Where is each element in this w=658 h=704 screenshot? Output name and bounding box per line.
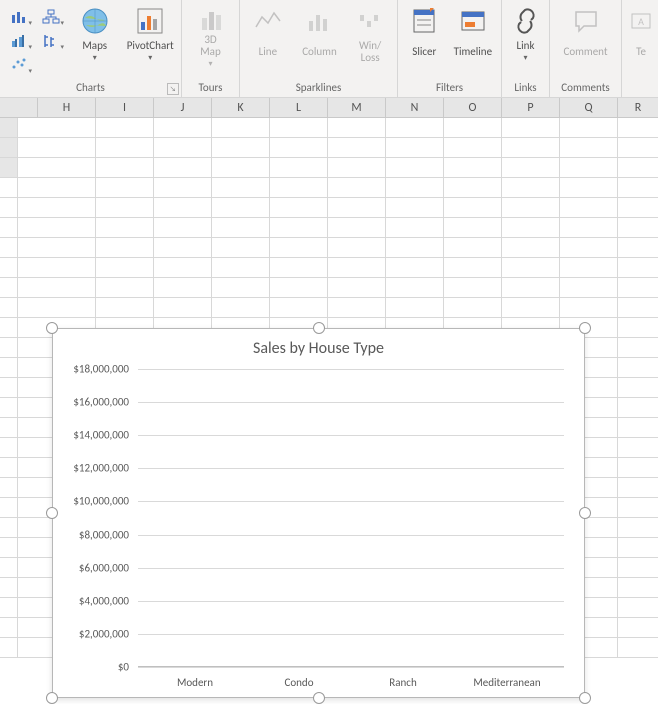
col-header[interactable]: L: [270, 98, 328, 118]
resize-handle[interactable]: [579, 692, 591, 704]
resize-handle[interactable]: [46, 322, 58, 334]
y-tick-label: $10,000,000: [73, 495, 129, 508]
col-header[interactable]: N: [386, 98, 444, 118]
ribbon-group-sparklines: Line Column Win/ Loss Sparklines: [240, 0, 398, 97]
group-label-filters: Filters: [436, 81, 463, 94]
pivotchart-icon: [135, 6, 165, 39]
column-headers: H I J K L M N O P Q R: [0, 98, 658, 118]
svg-text:A: A: [638, 15, 644, 28]
ribbon-group-tours: 3D Map▾ Tours: [182, 0, 240, 97]
sparkline-line-button[interactable]: Line: [244, 4, 292, 66]
y-tick-label: $18,000,000: [73, 363, 129, 376]
y-tick-label: $8,000,000: [79, 528, 129, 541]
bars-container: [138, 369, 564, 667]
y-tick-label: $6,000,000: [79, 561, 129, 574]
timeline-button[interactable]: Timeline: [449, 4, 497, 66]
col-header[interactable]: I: [96, 98, 154, 118]
text-button[interactable]: A Te: [626, 4, 656, 66]
ribbon: ▾ ▾ ▾: [0, 0, 658, 98]
chart-object[interactable]: Sales by House Type $0 $2,000,000 $4,000,0…: [52, 328, 585, 698]
link-button[interactable]: Link▾: [506, 4, 545, 66]
ribbon-group-charts: ▾ ▾ ▾: [0, 0, 182, 97]
y-axis[interactable]: $0$2,000,000$4,000,000$6,000,000$8,000,0…: [53, 369, 135, 667]
x-tick-label: Modern: [143, 676, 247, 689]
ribbon-group-text: A Te: [622, 0, 658, 97]
chart-title[interactable]: Sales by House Type: [53, 329, 584, 364]
col-header[interactable]: P: [502, 98, 560, 118]
x-tick-label: Mediterranean: [455, 676, 559, 689]
comment-button[interactable]: Comment: [554, 4, 617, 66]
col-header[interactable]: H: [38, 98, 96, 118]
y-tick-label: $4,000,000: [79, 594, 129, 607]
resize-handle[interactable]: [46, 692, 58, 704]
plot-area[interactable]: [138, 369, 564, 667]
col-header[interactable]: J: [154, 98, 212, 118]
x-tick-label: Condo: [247, 676, 351, 689]
col-header-blank[interactable]: [0, 98, 38, 118]
col-header[interactable]: O: [444, 98, 502, 118]
sparkline-column-icon: [305, 7, 333, 38]
y-tick-label: $2,000,000: [79, 627, 129, 640]
group-label-tours: Tours: [199, 81, 223, 94]
y-tick-label: $14,000,000: [73, 429, 129, 442]
group-label-comments: Comments: [561, 81, 609, 94]
resize-handle[interactable]: [579, 322, 591, 334]
worksheet[interactable]: H I J K L M N O P Q R Sales by House Typ…: [0, 98, 658, 658]
col-header[interactable]: K: [212, 98, 270, 118]
group-label-charts: Charts: [76, 81, 105, 94]
resize-handle[interactable]: [579, 507, 591, 519]
3dmap-button[interactable]: 3D Map▾: [186, 4, 235, 66]
gridline: [138, 667, 564, 668]
slicer-button[interactable]: Slicer: [402, 4, 447, 66]
y-tick-label: $16,000,000: [73, 396, 129, 409]
chart-gallery-stack: ▾ ▾ ▾: [4, 4, 34, 76]
y-tick-label: $0: [118, 661, 129, 674]
bar2d-icon[interactable]: ▾: [4, 6, 34, 28]
stock-icon[interactable]: ▾: [36, 30, 66, 52]
sparkline-winloss-button[interactable]: Win/ Loss: [347, 4, 393, 66]
sparkline-line-icon: [254, 7, 282, 38]
y-tick-label: $12,000,000: [73, 462, 129, 475]
group-label-links: Links: [514, 81, 536, 94]
slicer-icon: [410, 6, 438, 39]
ribbon-group-links: Link▾ Links: [502, 0, 550, 97]
ribbon-group-filters: Slicer Timeline Filters: [398, 0, 502, 97]
sparkline-column-button[interactable]: Column: [294, 4, 346, 66]
timeline-icon: [459, 6, 487, 39]
group-label-sparklines: Sparklines: [296, 81, 342, 94]
col-header[interactable]: Q: [560, 98, 618, 118]
resize-handle[interactable]: [313, 322, 325, 334]
x-axis-labels[interactable]: ModernCondoRanchMediterranean: [138, 676, 564, 689]
col-header[interactable]: R: [618, 98, 658, 118]
link-icon: [512, 7, 540, 38]
maps-button[interactable]: Maps▾: [68, 4, 122, 66]
scatter-icon[interactable]: ▾: [4, 54, 34, 76]
ribbon-group-comments: Comment Comments: [550, 0, 622, 97]
resize-handle[interactable]: [313, 692, 325, 704]
pivotchart-button[interactable]: PivotChart▾: [124, 4, 178, 66]
charts-dialog-launcher[interactable]: [167, 83, 179, 95]
x-tick-label: Ranch: [351, 676, 455, 689]
sparkline-winloss-icon: [356, 7, 384, 38]
comment-icon: [572, 7, 600, 38]
col-header[interactable]: M: [328, 98, 386, 118]
chart-gallery-stack-2: ▾ ▾: [36, 4, 66, 52]
bar3d-icon[interactable]: ▾: [4, 30, 34, 52]
hierarchy-icon[interactable]: ▾: [36, 6, 66, 28]
globe-icon: [80, 6, 110, 39]
textbox-icon: A: [629, 9, 653, 36]
